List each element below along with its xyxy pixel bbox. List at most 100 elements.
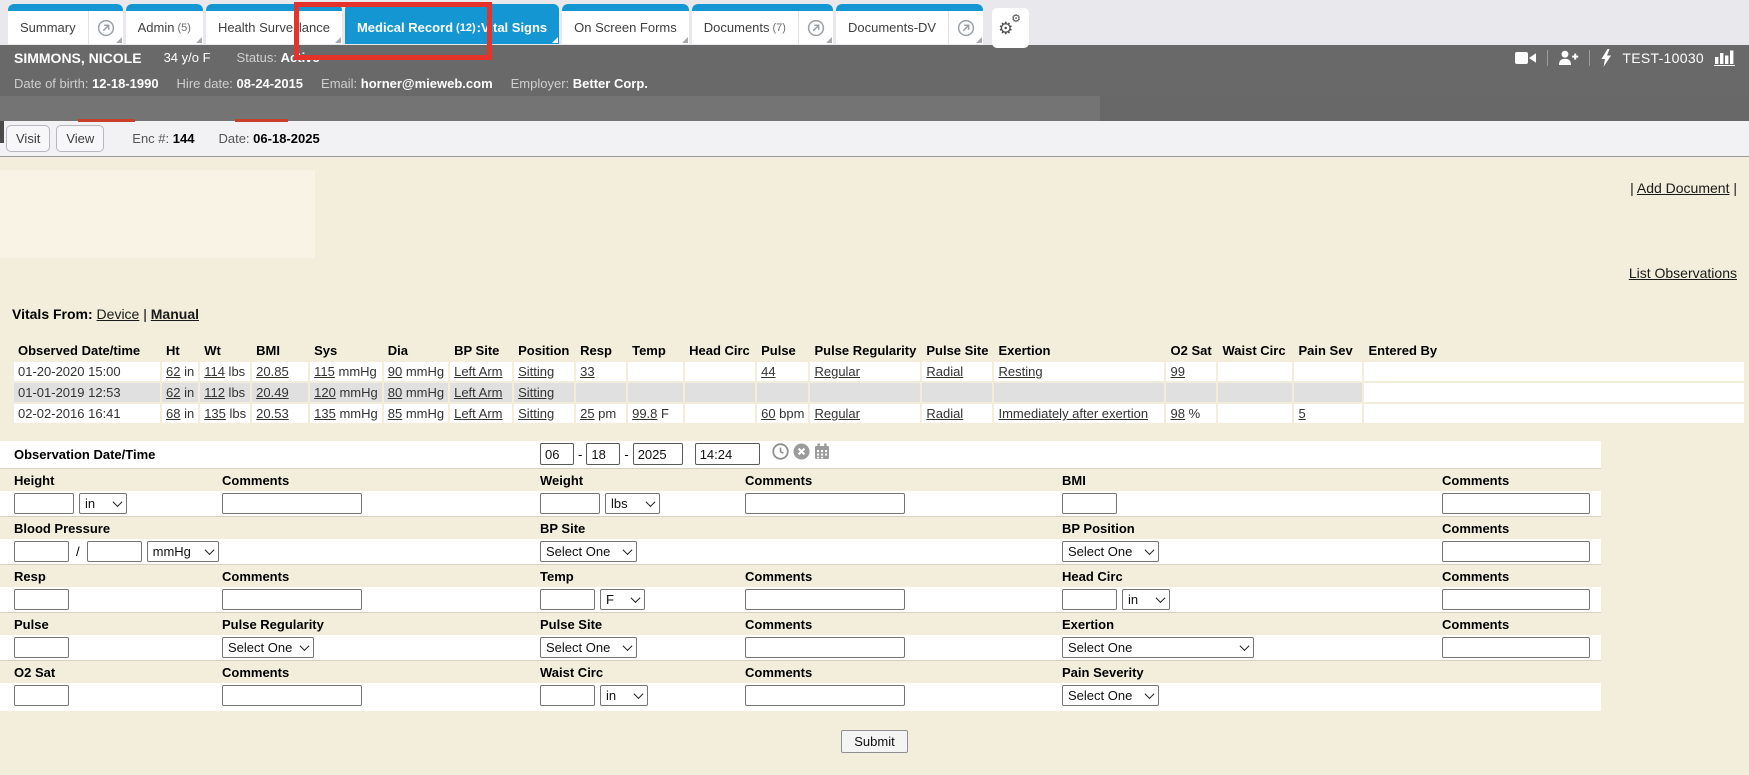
vitals-value-link[interactable]: 99.8	[632, 406, 657, 421]
o2-sat-comments-input[interactable]	[222, 685, 362, 706]
bmi-input[interactable]	[1062, 493, 1117, 514]
waist-circ-comments-input[interactable]	[745, 685, 905, 706]
clock-icon[interactable]	[772, 443, 789, 465]
resp-comments-input[interactable]	[222, 589, 362, 610]
obs-month-input[interactable]	[540, 443, 574, 465]
height-input[interactable]	[14, 493, 74, 514]
video-call-icon[interactable]	[1515, 51, 1537, 65]
bp-diastolic-input[interactable]	[87, 541, 142, 562]
height-comments-input[interactable]	[222, 493, 362, 514]
exertion-select[interactable]: Select One	[1062, 637, 1254, 658]
bp-unit-select[interactable]: mmHg	[147, 541, 219, 562]
list-observations-link[interactable]: List Observations	[1629, 265, 1737, 281]
pulse-input[interactable]	[14, 637, 69, 658]
vitals-value-link[interactable]: 62	[166, 385, 180, 400]
pulse-comments-input[interactable]	[745, 637, 905, 658]
tab-health-surveillance[interactable]: Health Surveillance	[206, 4, 342, 44]
vitals-value-link[interactable]: Left Arm	[454, 364, 502, 379]
vitals-value-link[interactable]: Left Arm	[454, 385, 502, 400]
vitals-value-link[interactable]: 114	[204, 364, 225, 379]
tab-documents[interactable]: Documents(7)	[692, 4, 833, 44]
head-circ-unit-select[interactable]: in	[1122, 589, 1170, 610]
vitals-value-link[interactable]: 68	[166, 406, 180, 421]
vitals-value-link[interactable]: Immediately after exertion	[998, 406, 1148, 421]
tab-summary[interactable]: Summary	[8, 4, 123, 44]
vitals-value-link[interactable]: 60	[761, 406, 775, 421]
vitals-cell: Sitting	[514, 383, 574, 402]
temp-unit-select[interactable]: F	[600, 589, 645, 610]
weight-comments-input[interactable]	[745, 493, 905, 514]
vitals-value-link[interactable]: 25	[580, 406, 594, 421]
obs-time-input[interactable]	[695, 443, 760, 465]
vitals-value-link[interactable]: Sitting	[518, 406, 554, 421]
vitals-value-link[interactable]: Regular	[814, 364, 860, 379]
settings-button[interactable]: ⚙⚙	[992, 8, 1029, 48]
tab-bar: SummaryAdmin(5)Health SurveillanceMedica…	[0, 0, 1749, 45]
tab-admin[interactable]: Admin(5)	[126, 4, 203, 44]
vitals-value-link[interactable]: 115	[314, 364, 335, 379]
vitals-value-link[interactable]: Radial	[926, 406, 963, 421]
bp-site-select[interactable]: Select One	[540, 541, 637, 562]
vitals-value-link[interactable]: 20.49	[256, 385, 289, 400]
vitals-value-link[interactable]: 112	[204, 385, 225, 400]
external-link-icon[interactable]	[798, 4, 833, 44]
add-user-icon[interactable]	[1558, 50, 1579, 66]
bmi-comments-input[interactable]	[1442, 493, 1590, 514]
vitals-from-device-link[interactable]: Device	[97, 306, 140, 322]
pulse-regularity-select[interactable]: Select One	[222, 637, 314, 658]
o2-sat-input[interactable]	[14, 685, 69, 706]
lightning-icon[interactable]	[1600, 49, 1612, 67]
vitals-value-link[interactable]: 90	[388, 364, 402, 379]
vitals-value-link[interactable]: Resting	[998, 364, 1042, 379]
temp-comments-input[interactable]	[745, 589, 905, 610]
vitals-value-link[interactable]: 85	[388, 406, 402, 421]
vitals-value-link[interactable]: 20.85	[256, 364, 289, 379]
chart-icon[interactable]	[1714, 49, 1735, 66]
visit-button[interactable]: Visit	[6, 125, 50, 152]
weight-unit-select[interactable]: lbs	[605, 493, 660, 514]
vitals-value-link[interactable]: 80	[388, 385, 402, 400]
height-unit-select[interactable]: in	[79, 493, 127, 514]
pain-severity-select[interactable]: Select One	[1062, 685, 1159, 706]
vitals-value-link[interactable]: Radial	[926, 364, 963, 379]
vitals-value-link[interactable]: 44	[761, 364, 775, 379]
bp-systolic-input[interactable]	[14, 541, 69, 562]
vitals-value-link[interactable]: 5	[1298, 406, 1305, 421]
submit-button[interactable]: Submit	[841, 730, 907, 753]
external-link-icon[interactable]	[948, 4, 983, 44]
vitals-value-link[interactable]: 99	[1170, 364, 1184, 379]
waist-circ-unit-select[interactable]: in	[600, 685, 648, 706]
vitals-value-link[interactable]: 135	[314, 406, 336, 421]
add-document-link[interactable]: Add Document	[1637, 180, 1730, 196]
vitals-value-link[interactable]: Sitting	[518, 364, 554, 379]
head-circ-input[interactable]	[1062, 589, 1117, 610]
tab-on-screen-forms[interactable]: On Screen Forms	[562, 4, 689, 44]
vitals-value-link[interactable]: Regular	[814, 406, 860, 421]
vitals-value-link[interactable]: 120	[314, 385, 336, 400]
vitals-from-manual-link[interactable]: Manual	[151, 306, 199, 322]
vitals-value-link[interactable]: Left Arm	[454, 406, 502, 421]
obs-year-input[interactable]	[633, 443, 683, 465]
vitals-value-link[interactable]: Sitting	[518, 385, 554, 400]
tab-documents-dv[interactable]: Documents-DV	[836, 4, 983, 44]
vitals-value-link[interactable]: 62	[166, 364, 180, 379]
external-link-icon[interactable]	[88, 4, 123, 44]
bp-position-select[interactable]: Select One	[1062, 541, 1159, 562]
obs-day-input[interactable]	[586, 443, 620, 465]
vitals-value-link[interactable]: 135	[204, 406, 226, 421]
head-circ-comments-input[interactable]	[1442, 589, 1590, 610]
resp-input[interactable]	[14, 589, 69, 610]
pulse-site-select[interactable]: Select One	[540, 637, 637, 658]
exertion-comments-input[interactable]	[1442, 637, 1590, 658]
bp-comments-input[interactable]	[1442, 541, 1590, 562]
temp-input[interactable]	[540, 589, 595, 610]
vitals-value-link[interactable]: 98	[1170, 406, 1184, 421]
tab-medical-record[interactable]: Medical Record(12):Vital Signs	[345, 4, 559, 44]
vitals-value-link[interactable]: 20.53	[256, 406, 289, 421]
weight-input[interactable]	[540, 493, 600, 514]
view-button[interactable]: View	[56, 125, 104, 152]
vitals-value-link[interactable]: 33	[580, 364, 594, 379]
clear-icon[interactable]	[793, 443, 810, 465]
waist-circ-input[interactable]	[540, 685, 595, 706]
calendar-icon[interactable]	[814, 443, 830, 465]
